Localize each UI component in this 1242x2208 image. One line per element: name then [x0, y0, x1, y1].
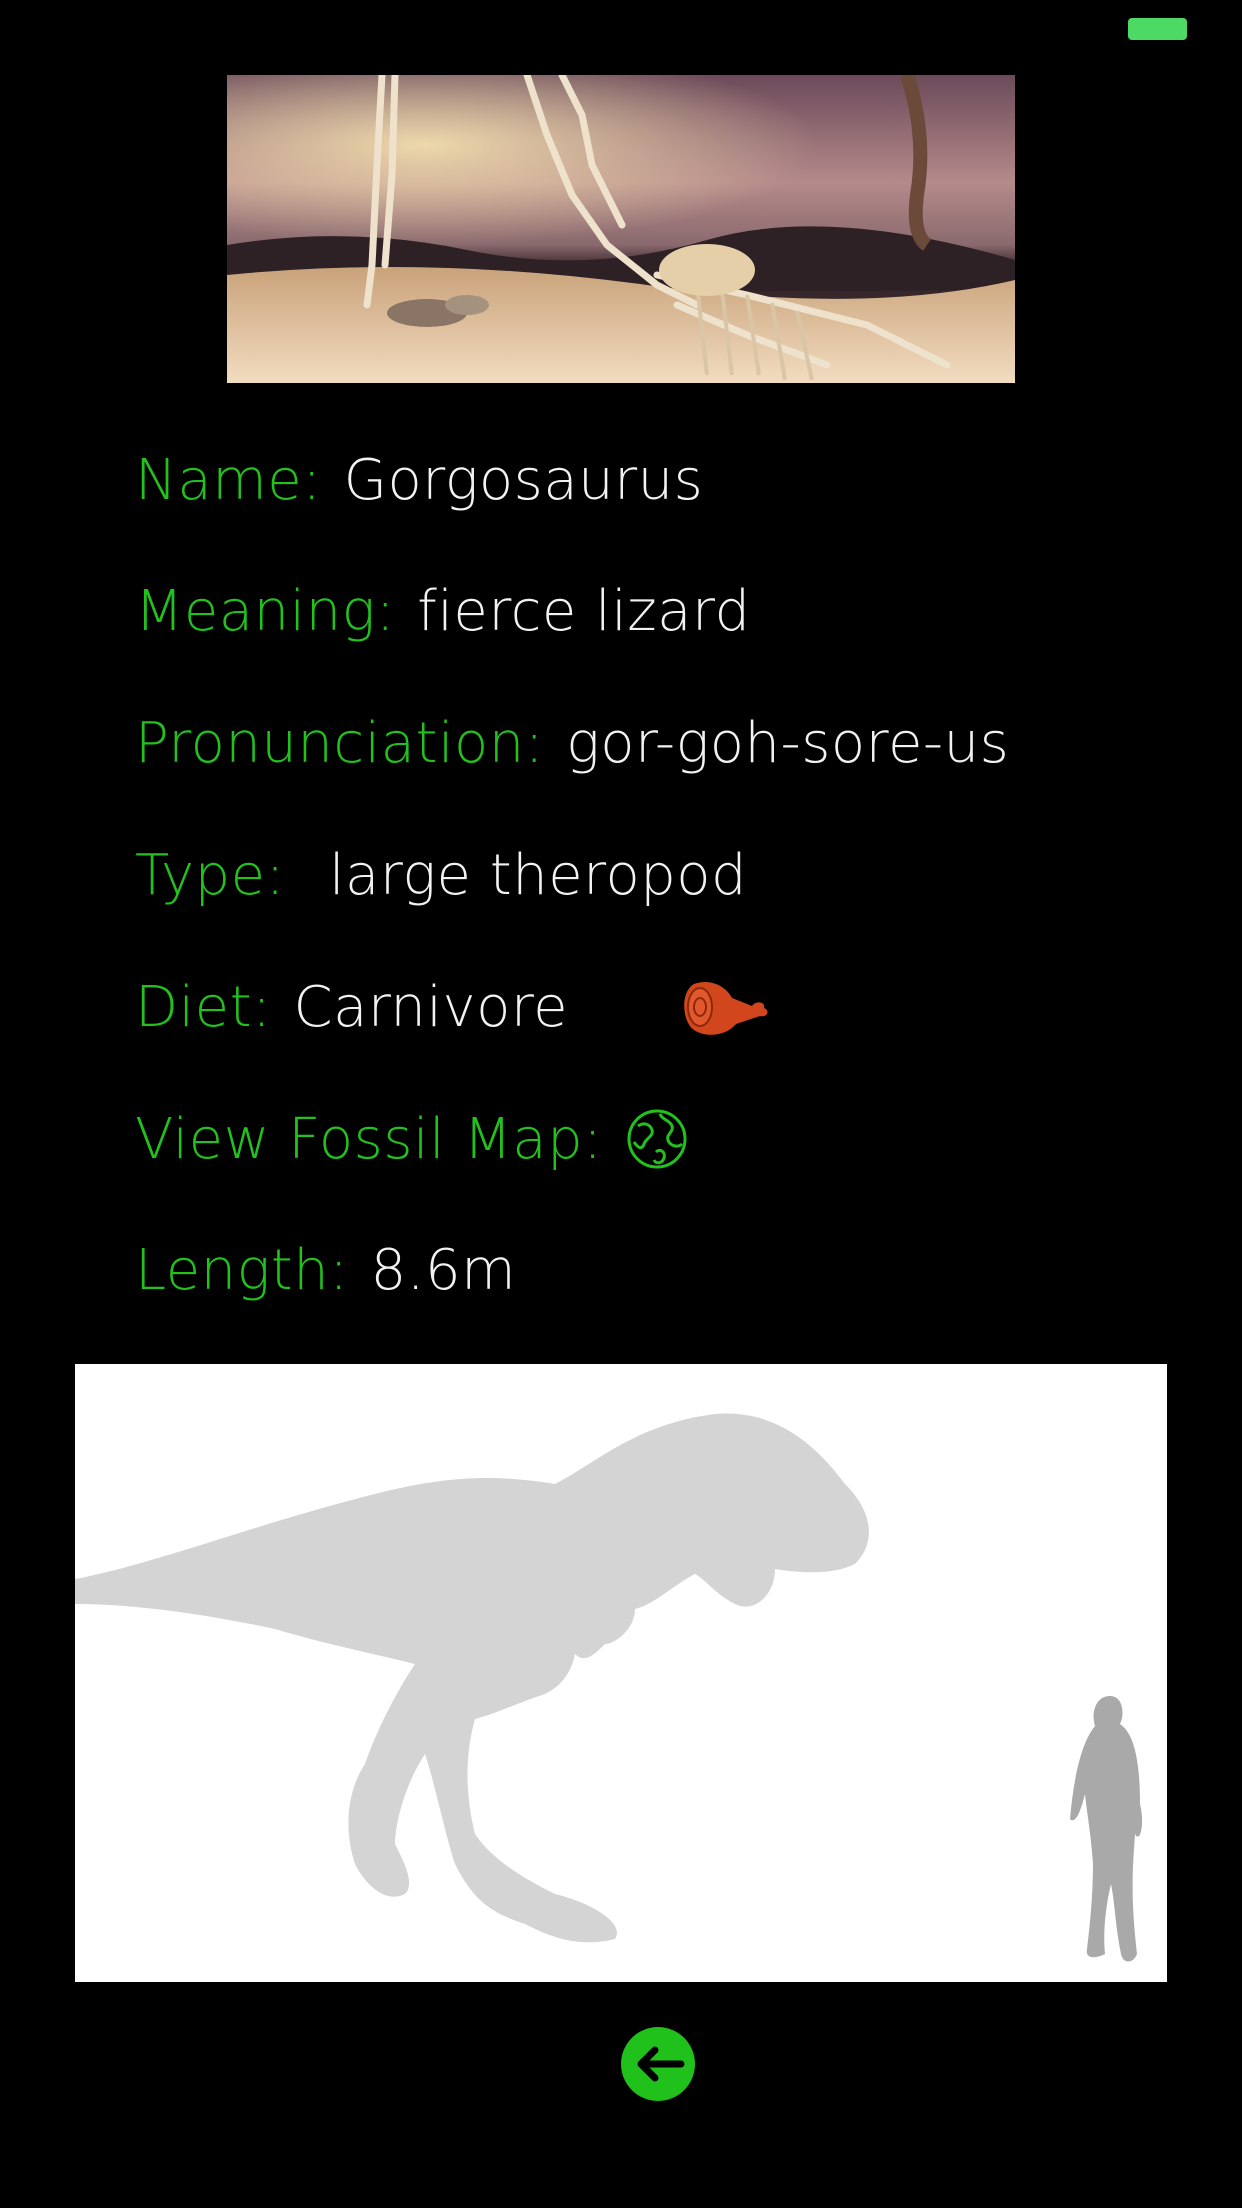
type-value: large theropod: [329, 842, 748, 908]
pronunciation-label: Pronunciation:: [135, 710, 545, 776]
name-label: Name:: [135, 447, 322, 513]
diet-value: Carnivore: [293, 974, 569, 1040]
type-row: Type: large theropod: [135, 840, 747, 910]
size-comparison-image: [75, 1364, 1167, 1982]
length-value: 8.6m: [370, 1237, 517, 1303]
globe-icon[interactable]: [626, 1108, 688, 1170]
length-label: Length:: [135, 1237, 349, 1303]
name-value: Gorgosaurus: [343, 447, 704, 513]
name-row: Name: Gorgosaurus: [135, 445, 703, 515]
meaning-row: Meaning: fierce lizard: [135, 576, 751, 646]
fossil-map-label[interactable]: View Fossil Map:: [135, 1107, 602, 1172]
pronunciation-row: Pronunciation: gor-goh-sore-us: [135, 708, 1009, 778]
diet-row: Diet: Carnivore: [135, 972, 772, 1042]
meat-icon: [680, 976, 772, 1038]
meaning-label: Meaning:: [135, 578, 396, 644]
type-label: Type:: [135, 842, 285, 908]
diet-label: Diet:: [135, 974, 272, 1040]
back-button[interactable]: [621, 2027, 695, 2101]
length-row: Length: 8.6m: [135, 1235, 516, 1305]
battery-indicator: [1128, 18, 1187, 40]
meaning-value: fierce lizard: [417, 578, 751, 644]
hero-image: [227, 75, 1015, 383]
fossil-map-row[interactable]: View Fossil Map:: [135, 1104, 688, 1174]
arrow-left-icon: [637, 2046, 685, 2082]
pronunciation-value: gor-goh-sore-us: [566, 710, 1010, 776]
